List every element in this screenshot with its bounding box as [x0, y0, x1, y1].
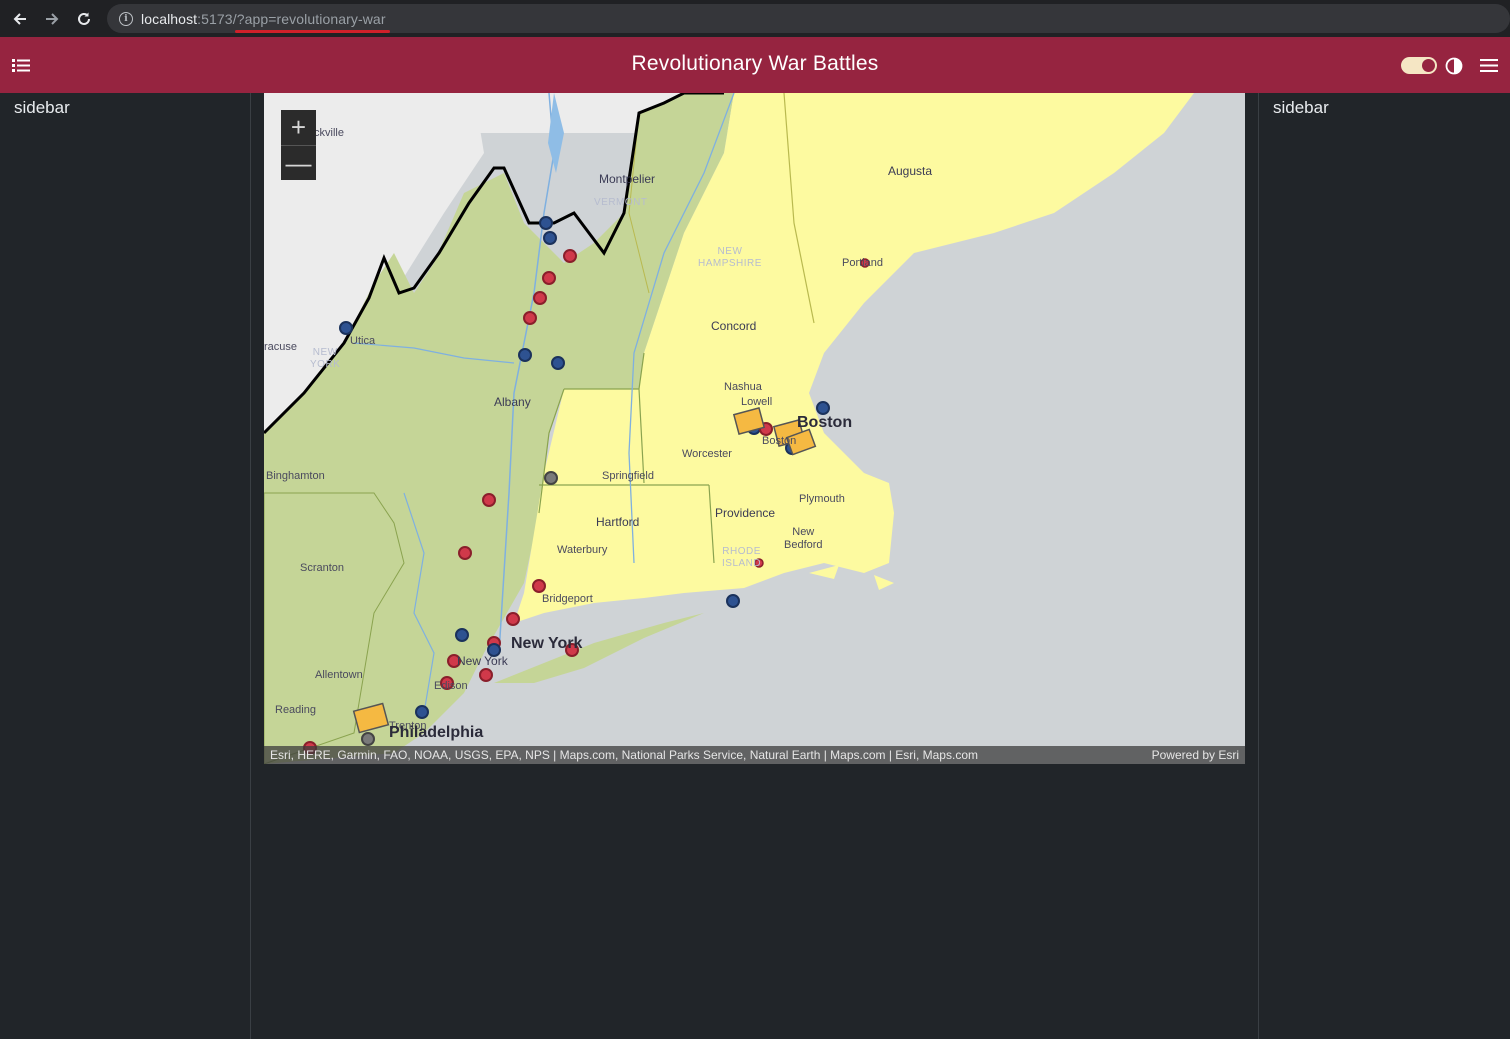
address-bar[interactable]: i localhost:5173/?app=revolutionary-war [107, 4, 1510, 33]
state-label: NEW HAMPSHIRE [698, 246, 762, 269]
state-label: NEW YORK [310, 347, 341, 370]
city-label: Springfield [602, 470, 654, 482]
city-label: Boston [797, 414, 853, 431]
zoom-in-button[interactable]: + [281, 110, 316, 145]
city-label: Nashua [724, 381, 762, 393]
british-marker [533, 291, 547, 305]
app-header: Revolutionary War Battles [0, 37, 1510, 93]
map-basemap [264, 93, 1194, 764]
american-marker [726, 594, 740, 608]
neutral-marker [544, 471, 558, 485]
attribution-text: Esri, HERE, Garmin, FAO, NOAA, USGS, EPA… [270, 748, 978, 762]
british-marker [563, 249, 577, 263]
url-text: localhost:5173/?app=revolutionary-war [141, 10, 390, 33]
sidebar-label: sidebar [14, 98, 70, 117]
city-label: Scranton [300, 562, 345, 574]
city-label: Augusta [888, 164, 933, 178]
url-query-text: ?app=revolutionary-war [236, 10, 386, 27]
british-marker [482, 493, 496, 507]
left-sidebar: sidebar [0, 93, 251, 1039]
american-marker [339, 321, 353, 335]
url-query: ?app=revolutionary-war [234, 10, 390, 33]
city-label: Albany [494, 395, 531, 409]
state-label: VERMONT [594, 197, 648, 208]
hamburger-menu-icon[interactable] [1480, 58, 1498, 73]
url-host: localhost [141, 10, 198, 27]
city-label: New Bedford [784, 526, 823, 551]
map-view[interactable]: ckville Augusta Montpelier VERMONT NEW H… [264, 93, 1245, 764]
city-label: Allentown [315, 669, 363, 681]
city-label: Concord [711, 319, 757, 333]
url-underline [234, 29, 390, 33]
sidebar-label: sidebar [1273, 98, 1329, 117]
city-label: Reading [275, 704, 316, 716]
british-marker [523, 311, 537, 325]
city-label: Portland [842, 257, 883, 269]
theme-toggle[interactable] [1401, 57, 1437, 74]
british-marker [542, 271, 556, 285]
state-label: RHODE ISLAND [722, 546, 762, 569]
american-marker [415, 705, 429, 719]
american-marker [518, 348, 532, 362]
url-port: :5173/ [197, 10, 237, 27]
powered-by-link[interactable]: Powered by Esri [1152, 748, 1239, 762]
neutral-marker [361, 732, 375, 746]
city-label: Binghamton [266, 470, 325, 482]
city-label: Bridgeport [542, 593, 593, 605]
british-marker [479, 668, 493, 682]
city-label: Philadelphia [389, 724, 484, 741]
city-label: New York [457, 654, 508, 668]
british-marker [506, 612, 520, 626]
american-marker [816, 401, 830, 415]
site-info-icon[interactable]: i [119, 11, 133, 26]
city-label: Edison [434, 680, 468, 692]
island-nantucket [874, 575, 894, 590]
right-sidebar: sidebar [1258, 93, 1510, 1039]
browser-toolbar: i localhost:5173/?app=revolutionary-war [0, 0, 1510, 37]
american-marker [551, 356, 565, 370]
city-label: Plymouth [799, 493, 845, 505]
city-label: ckville [314, 127, 344, 139]
american-marker [455, 628, 469, 642]
city-label: Providence [715, 506, 776, 520]
british-marker [532, 579, 546, 593]
island-marthas-vineyard [809, 565, 839, 579]
back-arrow-icon[interactable] [4, 3, 36, 35]
american-marker [543, 231, 557, 245]
toggle-knob [1422, 59, 1435, 72]
city-label: Montpelier [599, 172, 656, 186]
city-label: Utica [350, 335, 376, 347]
city-label: Waterbury [557, 544, 608, 556]
british-marker [458, 546, 472, 560]
zoom-control: + — [281, 110, 316, 180]
zoom-out-button[interactable]: — [281, 145, 316, 180]
forward-arrow-icon[interactable] [36, 3, 68, 35]
city-label: Hartford [596, 515, 640, 529]
page-title: Revolutionary War Battles [631, 52, 879, 75]
american-marker [539, 216, 553, 230]
map-attribution: Esri, HERE, Garmin, FAO, NOAA, USGS, EPA… [264, 746, 1245, 764]
city-label: racuse [264, 341, 298, 353]
reload-icon[interactable] [68, 3, 100, 35]
city-label: Lowell [741, 396, 773, 408]
contrast-icon[interactable] [1445, 57, 1463, 75]
main-content: ckville Augusta Montpelier VERMONT NEW H… [251, 93, 1258, 1039]
city-label: New York [511, 635, 583, 652]
city-label: Boston [762, 435, 797, 447]
city-label: Worcester [682, 448, 732, 460]
